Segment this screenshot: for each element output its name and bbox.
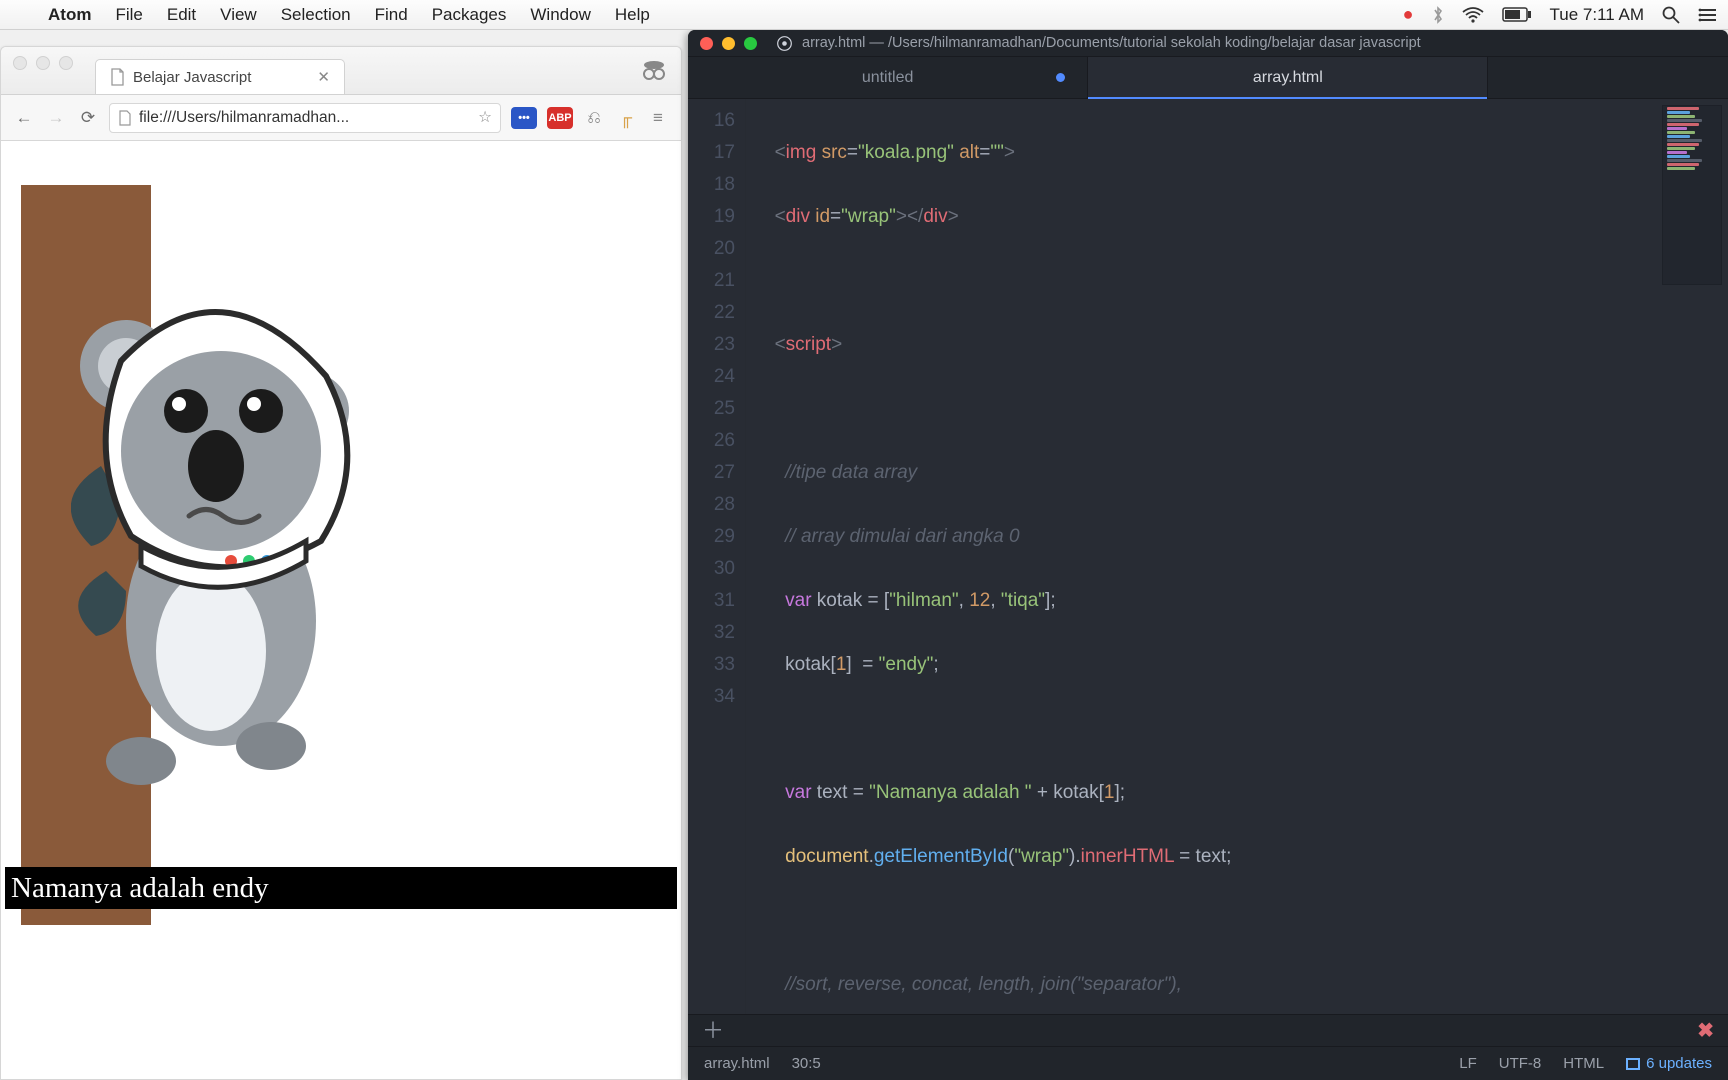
window-minimize-button[interactable]: [722, 37, 735, 50]
bottom-dock: ＋ ✖: [688, 1014, 1728, 1046]
menu-view[interactable]: View: [208, 5, 269, 25]
forward-button[interactable]: →: [45, 108, 67, 128]
menubar-right: ● Tue 7:11 AM: [1403, 4, 1718, 25]
browser-viewport: Namanya adalah endy: [1, 141, 681, 1079]
chrome-window: Belajar Javascript ✕ ← → ⟳ file:///Users…: [0, 46, 682, 1080]
menu-edit[interactable]: Edit: [155, 5, 208, 25]
status-updates[interactable]: 6 updates: [1626, 1055, 1712, 1072]
tab-label: array.html: [1253, 69, 1323, 87]
code-editor[interactable]: 161718 192021 222324 252627 282930 31323…: [688, 99, 1728, 1014]
address-bar[interactable]: file:///Users/hilmanramadhan... ☆: [109, 103, 501, 133]
atom-window: array.html — /Users/hilmanramadhan/Docum…: [688, 30, 1728, 1080]
atom-traffic-lights: [700, 37, 757, 50]
extension-adblock[interactable]: ABP: [547, 107, 573, 129]
close-panel-icon[interactable]: ✖: [1697, 1018, 1714, 1043]
window-title: array.html — /Users/hilmanramadhan/Docum…: [802, 35, 1421, 51]
code-area[interactable]: <img src="koala.png" alt=""> <div id="wr…: [746, 99, 1728, 1014]
window-zoom-button[interactable]: [744, 37, 757, 50]
menu-packages[interactable]: Packages: [420, 5, 519, 25]
back-button[interactable]: ←: [13, 108, 35, 128]
tab-title: Belajar Javascript: [133, 69, 251, 86]
editor-tab-array[interactable]: array.html: [1088, 57, 1488, 98]
page-output-text: Namanya adalah endy: [5, 867, 677, 909]
editor-tab-empty: [1488, 57, 1728, 98]
battery-icon[interactable]: [1502, 7, 1532, 22]
app-menu[interactable]: Atom: [36, 5, 103, 25]
editor-tabs: untitled array.html: [688, 57, 1728, 99]
chrome-traffic-lights: [1, 56, 85, 86]
menu-window[interactable]: Window: [518, 5, 602, 25]
status-file[interactable]: array.html: [704, 1055, 770, 1072]
chrome-close-button[interactable]: [13, 56, 27, 70]
address-text: file:///Users/hilmanramadhan...: [139, 109, 349, 127]
chrome-toolbar: ← → ⟳ file:///Users/hilmanramadhan... ☆ …: [1, 95, 681, 141]
extension-icon-2[interactable]: ╓: [615, 108, 637, 128]
extension-lastpass[interactable]: •••: [511, 107, 537, 129]
chrome-zoom-button[interactable]: [59, 56, 73, 70]
line-gutter: 161718 192021 222324 252627 282930 31323…: [688, 99, 746, 1014]
tab-label: untitled: [862, 69, 914, 87]
extension-icon[interactable]: ⎌: [583, 108, 605, 128]
tab-close-icon[interactable]: ✕: [317, 68, 330, 86]
package-icon: [1626, 1058, 1640, 1070]
tab-favicon-icon: [110, 68, 125, 86]
incognito-icon[interactable]: [641, 60, 681, 82]
mac-menubar: Atom File Edit View Selection Find Packa…: [0, 0, 1728, 30]
window-close-button[interactable]: [700, 37, 713, 50]
chrome-file-icon: [777, 36, 792, 51]
wifi-icon[interactable]: [1462, 7, 1484, 23]
bluetooth-icon[interactable]: [1432, 6, 1444, 24]
menubar-clock[interactable]: Tue 7:11 AM: [1550, 5, 1645, 25]
menubar-left: Atom File Edit View Selection Find Packa…: [10, 5, 662, 25]
reload-button[interactable]: ⟳: [77, 108, 99, 128]
status-encoding[interactable]: UTF-8: [1499, 1055, 1542, 1072]
spotlight-icon[interactable]: [1662, 6, 1680, 24]
menu-help[interactable]: Help: [603, 5, 662, 25]
bookmark-star-icon[interactable]: ☆: [478, 108, 492, 127]
page-icon: [118, 110, 131, 126]
chrome-menu-icon[interactable]: ≡: [647, 108, 669, 128]
menu-find[interactable]: Find: [363, 5, 420, 25]
atom-titlebar: array.html — /Users/hilmanramadhan/Docum…: [688, 30, 1728, 57]
status-cursor-pos[interactable]: 30:5: [792, 1055, 821, 1072]
status-eol[interactable]: LF: [1459, 1055, 1477, 1072]
menu-selection[interactable]: Selection: [269, 5, 363, 25]
unsaved-dot-icon: [1056, 73, 1065, 82]
browser-tab[interactable]: Belajar Javascript ✕: [95, 59, 345, 94]
chrome-tabstrip: Belajar Javascript ✕: [1, 47, 681, 95]
new-tab-button[interactable]: ＋: [702, 1020, 724, 1042]
koala-image: [71, 291, 401, 811]
editor-tab-untitled[interactable]: untitled: [688, 57, 1088, 98]
status-bar: array.html 30:5 LF UTF-8 HTML 6 updates: [688, 1046, 1728, 1080]
notification-center-icon[interactable]: [1698, 7, 1718, 23]
minimap[interactable]: [1662, 105, 1722, 285]
recording-icon[interactable]: ●: [1403, 4, 1414, 25]
menu-file[interactable]: File: [103, 5, 154, 25]
chrome-minimize-button[interactable]: [36, 56, 50, 70]
status-language[interactable]: HTML: [1563, 1055, 1604, 1072]
